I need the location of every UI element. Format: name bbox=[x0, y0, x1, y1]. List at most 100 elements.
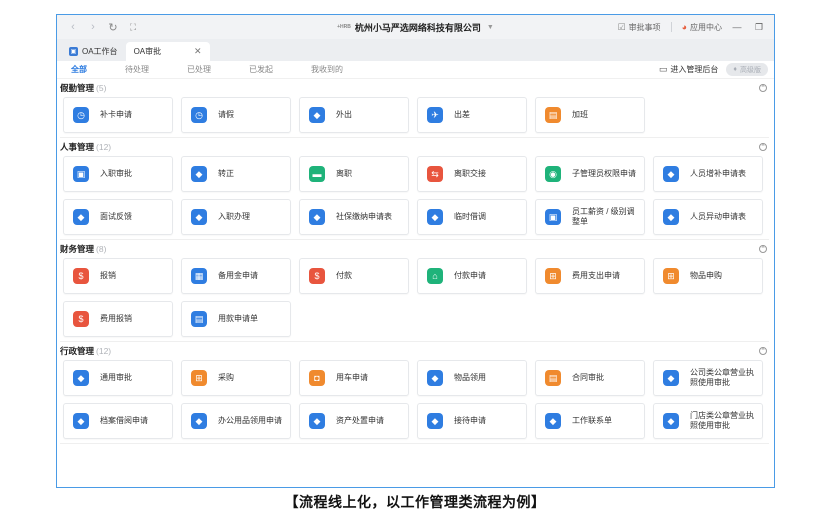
approval-card-label: 接待申请 bbox=[454, 416, 486, 425]
user-icon: ◉ bbox=[545, 166, 561, 182]
tag-icon: ◆ bbox=[309, 413, 325, 429]
approval-card[interactable]: ◉ 子管理员权限申请 bbox=[535, 156, 645, 192]
cart-icon: ⊞ bbox=[663, 268, 679, 284]
company-switch-chevron-icon[interactable]: ▼ bbox=[487, 24, 494, 31]
close-tab-icon[interactable]: ✕ bbox=[194, 46, 202, 57]
approval-card[interactable]: ⊞ 物品申购 bbox=[653, 258, 763, 294]
approval-card[interactable]: ▣ 入职审批 bbox=[63, 156, 173, 192]
section-header: 假勤管理 (5) ^ bbox=[60, 79, 769, 97]
collapse-icon[interactable]: ^ bbox=[759, 84, 767, 92]
approval-card[interactable]: ⊞ 费用支出申请 bbox=[535, 258, 645, 294]
approval-card[interactable]: ◆ 通用审批 bbox=[63, 360, 173, 396]
forward-icon[interactable]: › bbox=[85, 19, 101, 35]
section-title: 人事管理 (12) bbox=[60, 141, 111, 153]
bank-icon: ⌂ bbox=[427, 268, 443, 284]
approval-card[interactable]: ▣ 员工薪资 / 级别调整单 bbox=[535, 199, 645, 235]
approval-card[interactable]: ◆ 办公用品领用申请 bbox=[181, 403, 291, 439]
approval-categories: 假勤管理 (5) ^ ◷ 补卡申请 ◷ 请假 ◆ 外出 ✈ 出差 ▤ 加班 人事管理 (12) ^ ▣ 入职审批 ◆… bbox=[57, 79, 774, 444]
contract-icon: ▤ bbox=[545, 370, 561, 386]
back-icon[interactable]: ‹ bbox=[65, 19, 81, 35]
approval-card[interactable]: ⇆ 离职交接 bbox=[417, 156, 527, 192]
approval-card[interactable]: ◘ 用车申请 bbox=[299, 360, 409, 396]
approval-card[interactable]: ◆ 接待申请 bbox=[417, 403, 527, 439]
collapse-icon[interactable]: ^ bbox=[759, 245, 767, 253]
expand-icon[interactable]: ⛶ bbox=[125, 19, 141, 35]
approval-card[interactable]: ▤ 合同审批 bbox=[535, 360, 645, 396]
approval-card-label: 用车申请 bbox=[336, 373, 368, 382]
tag-icon: ◆ bbox=[309, 209, 325, 225]
collapse-icon[interactable]: ^ bbox=[759, 143, 767, 151]
section-title-text: 财务管理 bbox=[60, 244, 95, 254]
approval-todo-label: 审批事项 bbox=[628, 22, 661, 32]
approval-card[interactable]: ▤ 加班 bbox=[535, 97, 645, 133]
refresh-icon[interactable]: ↻ bbox=[105, 19, 121, 35]
tag-icon: ◆ bbox=[73, 370, 89, 386]
filter-tab-all[interactable]: 全部 bbox=[71, 64, 87, 75]
filter-tab-pending[interactable]: 待处理 bbox=[125, 64, 149, 75]
approval-card[interactable]: ◆ 档案借阅申请 bbox=[63, 403, 173, 439]
approval-card[interactable]: ◆ 门店类公章营业执照使用审批 bbox=[653, 403, 763, 439]
approval-card[interactable]: ◆ 物品领用 bbox=[417, 360, 527, 396]
approval-card[interactable]: ◷ 补卡申请 bbox=[63, 97, 173, 133]
approval-card-label: 付款 bbox=[336, 271, 352, 280]
approval-card[interactable]: ◆ 转正 bbox=[181, 156, 291, 192]
approval-card-label: 报销 bbox=[100, 271, 116, 280]
approval-card[interactable]: ◆ 人员增补申请表 bbox=[653, 156, 763, 192]
company-logo: +HRB bbox=[337, 24, 351, 30]
filter-tab-received[interactable]: 我收到的 bbox=[311, 64, 343, 75]
section-count: (8) bbox=[96, 244, 107, 254]
toolbar-divider bbox=[670, 22, 672, 32]
minimize-button[interactable]: — bbox=[730, 20, 744, 34]
approval-card[interactable]: ◆ 社保缴纳申请表 bbox=[299, 199, 409, 235]
approval-card-label: 临时借调 bbox=[454, 212, 486, 221]
approval-card[interactable]: ✈ 出差 bbox=[417, 97, 527, 133]
approval-card[interactable]: ◆ 资产处置申请 bbox=[299, 403, 409, 439]
approval-card[interactable]: ◆ 人员异动申请表 bbox=[653, 199, 763, 235]
approval-card[interactable]: ▤ 用款申请单 bbox=[181, 301, 291, 337]
tab-oa-approval[interactable]: OA审批 ✕ bbox=[125, 42, 210, 61]
approval-card-label: 请假 bbox=[218, 110, 234, 119]
approval-card[interactable]: $ 报销 bbox=[63, 258, 173, 294]
approval-card[interactable]: ▦ 备用金申请 bbox=[181, 258, 291, 294]
approval-card[interactable]: $ 付款 bbox=[299, 258, 409, 294]
approval-filter-tabs: 全部 待处理 已处理 已发起 我收到的 ▭ 进入管理后台 ♦ 高级版 bbox=[57, 61, 774, 79]
enter-admin-link[interactable]: ▭ 进入管理后台 bbox=[659, 64, 719, 75]
tag-icon: ◆ bbox=[427, 370, 443, 386]
approval-card[interactable]: ⌂ 付款申请 bbox=[417, 258, 527, 294]
approval-card-label: 入职审批 bbox=[100, 169, 132, 178]
app-center-link[interactable]: ◕ 应用中心 bbox=[682, 22, 722, 33]
pro-edition-button[interactable]: ♦ 高级版 bbox=[726, 63, 768, 76]
approval-card-label: 费用支出申请 bbox=[572, 271, 620, 280]
approval-card[interactable]: ▬ 离职 bbox=[299, 156, 409, 192]
filter-tab-initiated[interactable]: 已发起 bbox=[249, 64, 273, 75]
approval-card[interactable]: ◆ 临时借调 bbox=[417, 199, 527, 235]
restore-button[interactable]: ❐ bbox=[752, 20, 766, 34]
approval-card[interactable]: ◆ 外出 bbox=[299, 97, 409, 133]
approval-grid: ◆ 通用审批 ⊞ 采购 ◘ 用车申请 ◆ 物品领用 ▤ 合同审批 ◆ 公司类公章营业执照使用审批 ◆ 档案… bbox=[60, 360, 769, 439]
tab-oa-workbench[interactable]: ▣ OA工作台 bbox=[61, 42, 126, 61]
approval-card-label: 采购 bbox=[218, 373, 234, 382]
approval-card[interactable]: ◆ 入职办理 bbox=[181, 199, 291, 235]
approval-todo-link[interactable]: ☑ 审批事项 bbox=[617, 22, 660, 33]
filter-tab-processed[interactable]: 已处理 bbox=[187, 64, 211, 75]
approval-card[interactable]: ◆ 公司类公章营业执照使用审批 bbox=[653, 360, 763, 396]
approval-card-label: 物品申购 bbox=[690, 271, 722, 280]
approval-card-label: 用款申请单 bbox=[218, 314, 258, 323]
section-title-text: 行政管理 bbox=[60, 346, 95, 356]
approval-card[interactable]: ◆ 面试反馈 bbox=[63, 199, 173, 235]
approval-grid: ▣ 入职审批 ◆ 转正 ▬ 离职 ⇆ 离职交接 ◉ 子管理员权限申请 ◆ 人员增补申请表 ◆ 面试反馈 ◆ 入… bbox=[60, 156, 769, 235]
approval-card-label: 资产处置申请 bbox=[336, 416, 384, 425]
approval-card[interactable]: $ 费用报销 bbox=[63, 301, 173, 337]
section-admin: 行政管理 (12) ^ ◆ 通用审批 ⊞ 采购 ◘ 用车申请 ◆ 物品领用 ▤ 合同审批 ◆ 公司类公章营业… bbox=[60, 342, 769, 444]
approval-card[interactable]: ⊞ 采购 bbox=[181, 360, 291, 396]
section-finance: 财务管理 (8) ^ $ 报销 ▦ 备用金申请 $ 付款 ⌂ 付款申请 ⊞ 费用支出申请 ⊞ 物品申购 $ 费用… bbox=[60, 240, 769, 342]
approval-grid: $ 报销 ▦ 备用金申请 $ 付款 ⌂ 付款申请 ⊞ 费用支出申请 ⊞ 物品申购 $ 费用报销 ▤ 用款申请单 bbox=[60, 258, 769, 337]
clock-icon: ◷ bbox=[73, 107, 89, 123]
cart-icon: ⊞ bbox=[545, 268, 561, 284]
collapse-icon[interactable]: ^ bbox=[759, 347, 767, 355]
approval-card[interactable]: ◆ 工作联系单 bbox=[535, 403, 645, 439]
approval-card-label: 补卡申请 bbox=[100, 110, 132, 119]
tag-icon: ◆ bbox=[663, 370, 679, 386]
approval-card[interactable]: ◷ 请假 bbox=[181, 97, 291, 133]
enter-admin-label: 进入管理后台 bbox=[670, 65, 719, 74]
